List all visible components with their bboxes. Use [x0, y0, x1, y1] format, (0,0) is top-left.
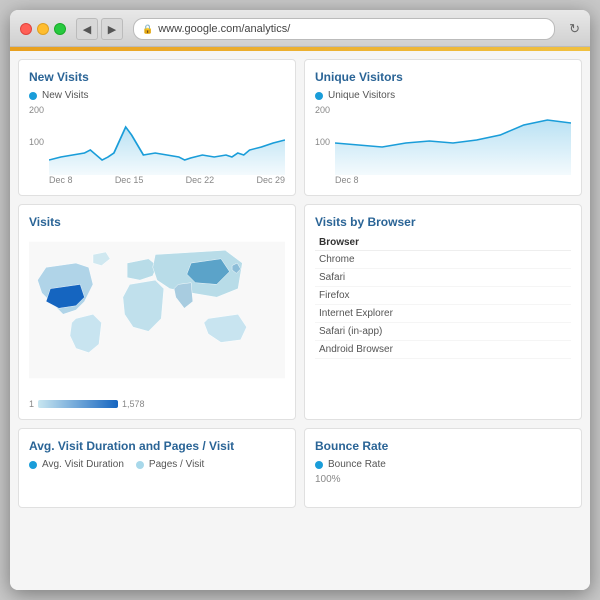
- forward-button[interactable]: ▶: [101, 18, 123, 40]
- content-area: New Visits New Visits 200 100: [10, 51, 590, 590]
- title-bar: ◀ ▶ 🔒 www.google.com/analytics/ ↻: [10, 10, 590, 47]
- avg-duration-dot: [29, 461, 37, 469]
- bounce-rate-value: 100%: [315, 474, 571, 485]
- unique-y-max: 200: [315, 105, 330, 115]
- browser-safari: Safari: [315, 269, 571, 287]
- avg-duration-legend: Avg. Visit Duration: [29, 459, 124, 470]
- avg-visit-title: Avg. Visit Duration and Pages / Visit: [29, 439, 285, 453]
- browser-window: ◀ ▶ 🔒 www.google.com/analytics/ ↻ New Vi…: [10, 10, 590, 590]
- new-visits-svg: [49, 105, 285, 175]
- world-map: [29, 235, 285, 395]
- address-bar[interactable]: 🔒 www.google.com/analytics/: [133, 18, 555, 40]
- top-row: New Visits New Visits 200 100: [18, 59, 582, 196]
- unique-visitors-card: Unique Visitors Unique Visitors 200 100: [304, 59, 582, 196]
- bounce-rate-legend-label: Bounce Rate: [328, 459, 386, 470]
- browser-safari-inapp: Safari (in-app): [315, 323, 571, 341]
- scale-min: 1: [29, 399, 34, 409]
- unique-visitors-legend: Unique Visitors: [315, 90, 571, 101]
- unique-visitors-x-labels: Dec 8: [335, 175, 571, 185]
- unique-visitors-title: Unique Visitors: [315, 70, 571, 84]
- scale-max: 1,578: [122, 399, 145, 409]
- bounce-rate-dot: [315, 461, 323, 469]
- browser-firefox: Firefox: [315, 287, 571, 305]
- url-text: www.google.com/analytics/: [158, 23, 290, 35]
- unique-visitors-legend-label: Unique Visitors: [328, 90, 395, 101]
- window-buttons: [20, 23, 66, 35]
- new-visits-y-max: 200: [29, 105, 44, 115]
- avg-duration-label: Avg. Visit Duration: [42, 459, 124, 470]
- pages-visit-legend: Pages / Visit: [136, 459, 204, 470]
- visits-map-card: Visits: [18, 204, 296, 420]
- refresh-button[interactable]: ↻: [569, 21, 580, 37]
- visits-by-browser-card: Visits by Browser Browser Chrome Safari: [304, 204, 582, 420]
- unique-visitors-dot: [315, 92, 323, 100]
- browser-android: Android Browser: [315, 341, 571, 359]
- pages-visit-dot: [136, 461, 144, 469]
- world-map-svg: [29, 235, 285, 385]
- pages-visit-label: Pages / Visit: [149, 459, 204, 470]
- new-visits-dot: [29, 92, 37, 100]
- x-label-dec22: Dec 22: [186, 175, 215, 185]
- table-row: Android Browser: [315, 341, 571, 359]
- unique-visitors-svg: [335, 105, 571, 175]
- x-label-dec15: Dec 15: [115, 175, 144, 185]
- maximize-button[interactable]: [54, 23, 66, 35]
- unique-y-mid: 100: [315, 137, 330, 147]
- new-visits-chart: 200 100 Dec 8 Dec: [29, 105, 285, 185]
- table-row: Safari: [315, 269, 571, 287]
- close-button[interactable]: [20, 23, 32, 35]
- new-visits-card: New Visits New Visits 200 100: [18, 59, 296, 196]
- bounce-rate-title: Bounce Rate: [315, 439, 571, 453]
- avg-visit-card: Avg. Visit Duration and Pages / Visit Av…: [18, 428, 296, 508]
- table-row: Safari (in-app): [315, 323, 571, 341]
- avg-visit-legends: Avg. Visit Duration Pages / Visit: [29, 459, 285, 474]
- table-row: Internet Explorer: [315, 305, 571, 323]
- browser-ie: Internet Explorer: [315, 305, 571, 323]
- browser-col-header: Browser: [315, 235, 571, 251]
- new-visits-x-labels: Dec 8 Dec 15 Dec 22 Dec 29: [49, 175, 285, 185]
- x-label-dec29: Dec 29: [256, 175, 285, 185]
- scale-bar: [38, 400, 118, 408]
- unique-visitors-chart: 200 100 Dec 8: [315, 105, 571, 185]
- url-icon: 🔒: [142, 24, 153, 35]
- mid-row: Visits: [18, 204, 582, 420]
- x-label-dec8: Dec 8: [49, 175, 73, 185]
- nav-buttons: ◀ ▶: [76, 18, 123, 40]
- minimize-button[interactable]: [37, 23, 49, 35]
- bottom-row: Avg. Visit Duration and Pages / Visit Av…: [18, 428, 582, 508]
- visits-map-title: Visits: [29, 215, 285, 229]
- visits-by-browser-title: Visits by Browser: [315, 215, 571, 229]
- table-row: Chrome: [315, 251, 571, 269]
- map-scale: 1 1,578: [29, 399, 285, 409]
- bounce-rate-legend: Bounce Rate: [315, 459, 571, 470]
- table-row: Firefox: [315, 287, 571, 305]
- back-button[interactable]: ◀: [76, 18, 98, 40]
- new-visits-title: New Visits: [29, 70, 285, 84]
- new-visits-legend: New Visits: [29, 90, 285, 101]
- browser-chrome: Chrome: [315, 251, 571, 269]
- unique-x-label-dec8: Dec 8: [335, 175, 359, 185]
- new-visits-y-mid: 100: [29, 137, 44, 147]
- new-visits-legend-label: New Visits: [42, 90, 89, 101]
- browser-table: Browser Chrome Safari Firefox: [315, 235, 571, 359]
- bounce-rate-card: Bounce Rate Bounce Rate 100%: [304, 428, 582, 508]
